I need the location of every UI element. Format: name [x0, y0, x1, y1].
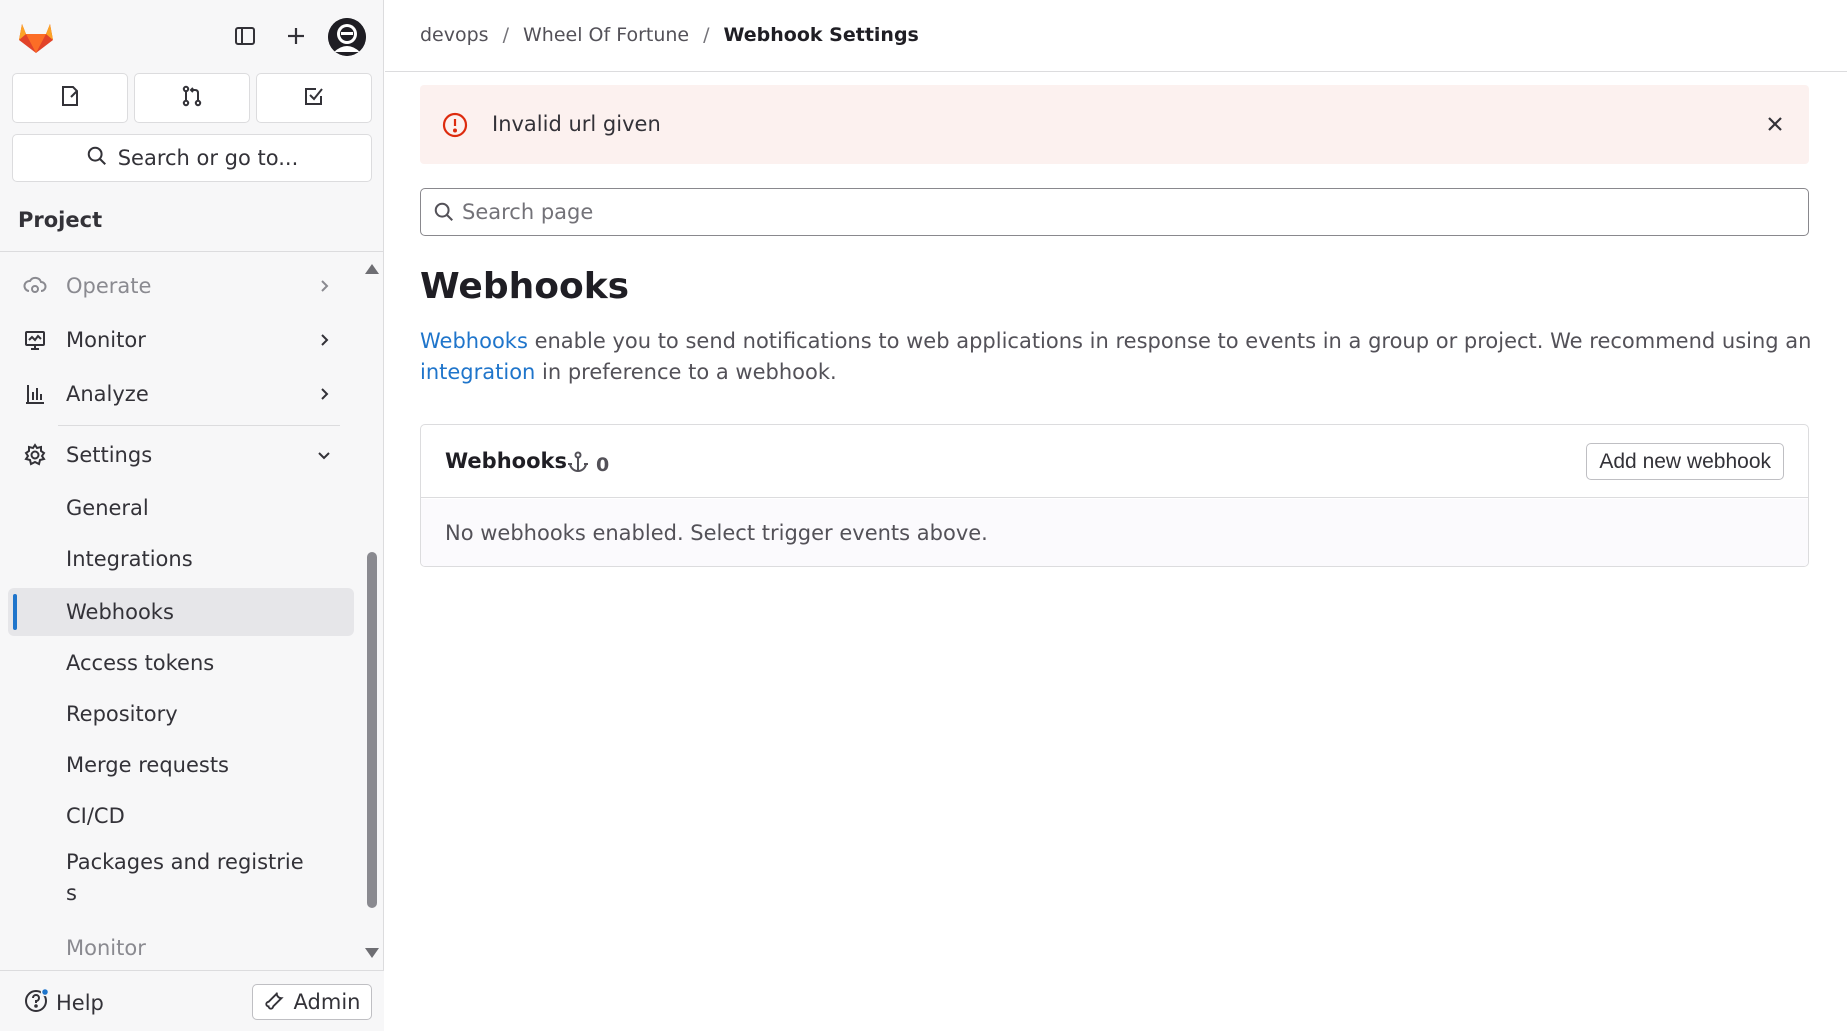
- chevron-right-icon: [314, 384, 334, 404]
- close-icon[interactable]: [1763, 112, 1787, 136]
- sidebar-item-label: Analyze: [66, 382, 149, 406]
- sidebar-item-label: Operate: [66, 274, 152, 298]
- sidebar-item-operate[interactable]: Operate: [8, 262, 354, 310]
- help-button[interactable]: Help: [24, 987, 104, 1018]
- nav-divider: [58, 425, 340, 426]
- search-icon: [433, 201, 455, 223]
- error-alert: Invalid url given: [420, 85, 1809, 164]
- search-page-field: [420, 188, 1809, 236]
- sidebar-subitem-general[interactable]: General: [8, 484, 354, 532]
- subitem-label: Webhooks: [66, 600, 174, 624]
- search-or-go-button[interactable]: Search or go to...: [12, 134, 372, 182]
- anchor-icon: [566, 450, 590, 479]
- todo-icon: [302, 84, 326, 112]
- subitem-label: General: [66, 496, 149, 520]
- sidebar-item-label: Settings: [66, 443, 153, 467]
- gear-icon: [23, 443, 47, 467]
- webhooks-count-value: 0: [596, 453, 610, 476]
- error-icon: [442, 112, 468, 138]
- sidebar-subitem-access-tokens[interactable]: Access tokens: [8, 639, 354, 687]
- sidebar-item-settings[interactable]: Settings: [8, 431, 354, 479]
- help-icon: [24, 987, 50, 1018]
- sidebar-subitem-merge-requests[interactable]: Merge requests: [8, 741, 354, 789]
- search-icon: [86, 145, 108, 172]
- sidebar-topbar: [0, 0, 384, 72]
- chart-icon: [23, 382, 47, 406]
- search-page-input[interactable]: [462, 197, 1782, 227]
- scroll-up-arrow[interactable]: [365, 264, 379, 274]
- wrench-icon: [264, 989, 286, 1016]
- merge-request-icon: [180, 84, 204, 112]
- sidebar-subitem-integrations[interactable]: Integrations: [8, 535, 354, 583]
- add-new-webhook-button[interactable]: Add new webhook: [1586, 443, 1784, 480]
- deployments-icon: [23, 274, 47, 298]
- subitem-label: Packages and registrie s: [66, 850, 304, 905]
- alert-message: Invalid url given: [492, 112, 661, 136]
- search-or-go-label: Search or go to...: [117, 146, 299, 170]
- sidebar-footer: Help Admin: [0, 970, 384, 1031]
- breadcrumb: devops / Wheel Of Fortune / Webhook Sett…: [420, 24, 919, 46]
- subitem-label: Merge requests: [66, 753, 229, 777]
- page-title: Webhooks: [420, 266, 630, 307]
- breadcrumb-current[interactable]: Webhook Settings: [724, 24, 919, 46]
- breadcrumb-separator: /: [502, 24, 509, 46]
- todo-button[interactable]: [256, 73, 372, 123]
- issues-icon: [58, 84, 82, 112]
- main-content: devops / Wheel Of Fortune / Webhook Sett…: [385, 0, 1847, 1031]
- webhooks-card-header: Webhooks 0 Add new webhook: [421, 425, 1808, 498]
- integration-link[interactable]: integration: [420, 360, 535, 384]
- sidebar-item-label: Monitor: [66, 328, 146, 352]
- webhooks-card-body: No webhooks enabled. Select trigger even…: [421, 499, 1808, 566]
- webhooks-count: 0: [566, 450, 609, 479]
- webhooks-card-title: Webhooks: [445, 449, 567, 473]
- sidebar-subitem-webhooks[interactable]: Webhooks: [8, 588, 354, 636]
- breadcrumb-separator: /: [703, 24, 710, 46]
- breadcrumb-item-devops[interactable]: devops: [420, 24, 489, 46]
- sidebar-item-analyze[interactable]: Analyze: [8, 370, 354, 418]
- subitem-label: Monitor: [66, 936, 146, 960]
- subitem-label: Access tokens: [66, 651, 215, 675]
- description-text: in preference to a webhook.: [535, 360, 837, 384]
- sidebar-subitem-packages[interactable]: Packages and registrie s: [8, 847, 354, 911]
- breadcrumb-bar: devops / Wheel Of Fortune / Webhook Sett…: [385, 0, 1847, 72]
- admin-button[interactable]: Admin: [252, 984, 372, 1020]
- scroll-down-arrow[interactable]: [365, 948, 379, 958]
- chevron-right-icon: [314, 276, 334, 296]
- sidebar-subitem-ci-cd[interactable]: CI/CD: [8, 792, 354, 840]
- gitlab-logo-icon[interactable]: [16, 16, 56, 56]
- sidebar-toggle-icon[interactable]: [228, 19, 262, 53]
- monitor-icon: [23, 328, 47, 352]
- admin-label: Admin: [293, 990, 361, 1014]
- sidebar-subitem-monitor[interactable]: Monitor: [8, 924, 354, 970]
- user-avatar[interactable]: [328, 18, 366, 56]
- breadcrumb-item-project[interactable]: Wheel Of Fortune: [523, 24, 689, 46]
- subitem-label: Repository: [66, 702, 178, 726]
- plus-icon[interactable]: [279, 19, 313, 53]
- sidebar: Search or go to... Project Operate Monit…: [0, 0, 384, 1031]
- sidebar-nav: Operate Monitor Analyze Settings General…: [0, 252, 360, 970]
- merge-requests-button[interactable]: [134, 73, 250, 123]
- chevron-down-icon: [314, 445, 334, 465]
- sidebar-item-monitor[interactable]: Monitor: [8, 316, 354, 364]
- webhooks-card: Webhooks 0 Add new webhook No webhooks e…: [420, 424, 1809, 567]
- issues-button[interactable]: [12, 73, 128, 123]
- sidebar-subitem-repository[interactable]: Repository: [8, 690, 354, 738]
- subitem-label: CI/CD: [66, 804, 125, 828]
- sidebar-scrollbar[interactable]: [367, 552, 377, 908]
- app-root: Search or go to... Project Operate Monit…: [0, 0, 1847, 1031]
- help-label: Help: [56, 990, 104, 1015]
- quick-actions: [12, 73, 372, 123]
- sidebar-section-title: Project: [18, 208, 103, 232]
- subitem-label: Integrations: [66, 547, 193, 571]
- empty-state-message: No webhooks enabled. Select trigger even…: [445, 521, 988, 545]
- chevron-right-icon: [314, 330, 334, 350]
- description-text: enable you to send notifications to web …: [527, 329, 1812, 353]
- webhooks-docs-link[interactable]: Webhooks: [420, 329, 528, 353]
- page-description: Webhooks enable you to send notification…: [420, 326, 1820, 388]
